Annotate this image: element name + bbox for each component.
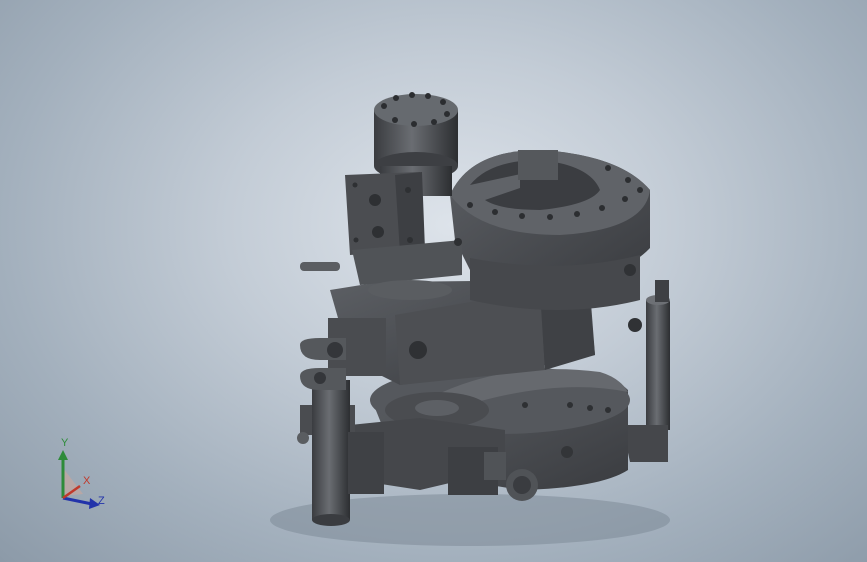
y-axis-label: Y: [61, 437, 69, 449]
arm-clevis: [300, 318, 386, 390]
coordinate-triad: Y X Z: [48, 438, 118, 518]
graphics-viewport[interactable]: Y X Z: [0, 0, 867, 562]
cad-assembly-model[interactable]: [0, 0, 867, 562]
z-axis-label: Z: [98, 495, 105, 507]
y-axis-arrow: [58, 450, 68, 460]
right-support-rod: [622, 280, 670, 462]
valve-block: [345, 172, 425, 255]
z-axis-line: [62, 496, 93, 506]
x-axis-label: X: [83, 475, 91, 487]
